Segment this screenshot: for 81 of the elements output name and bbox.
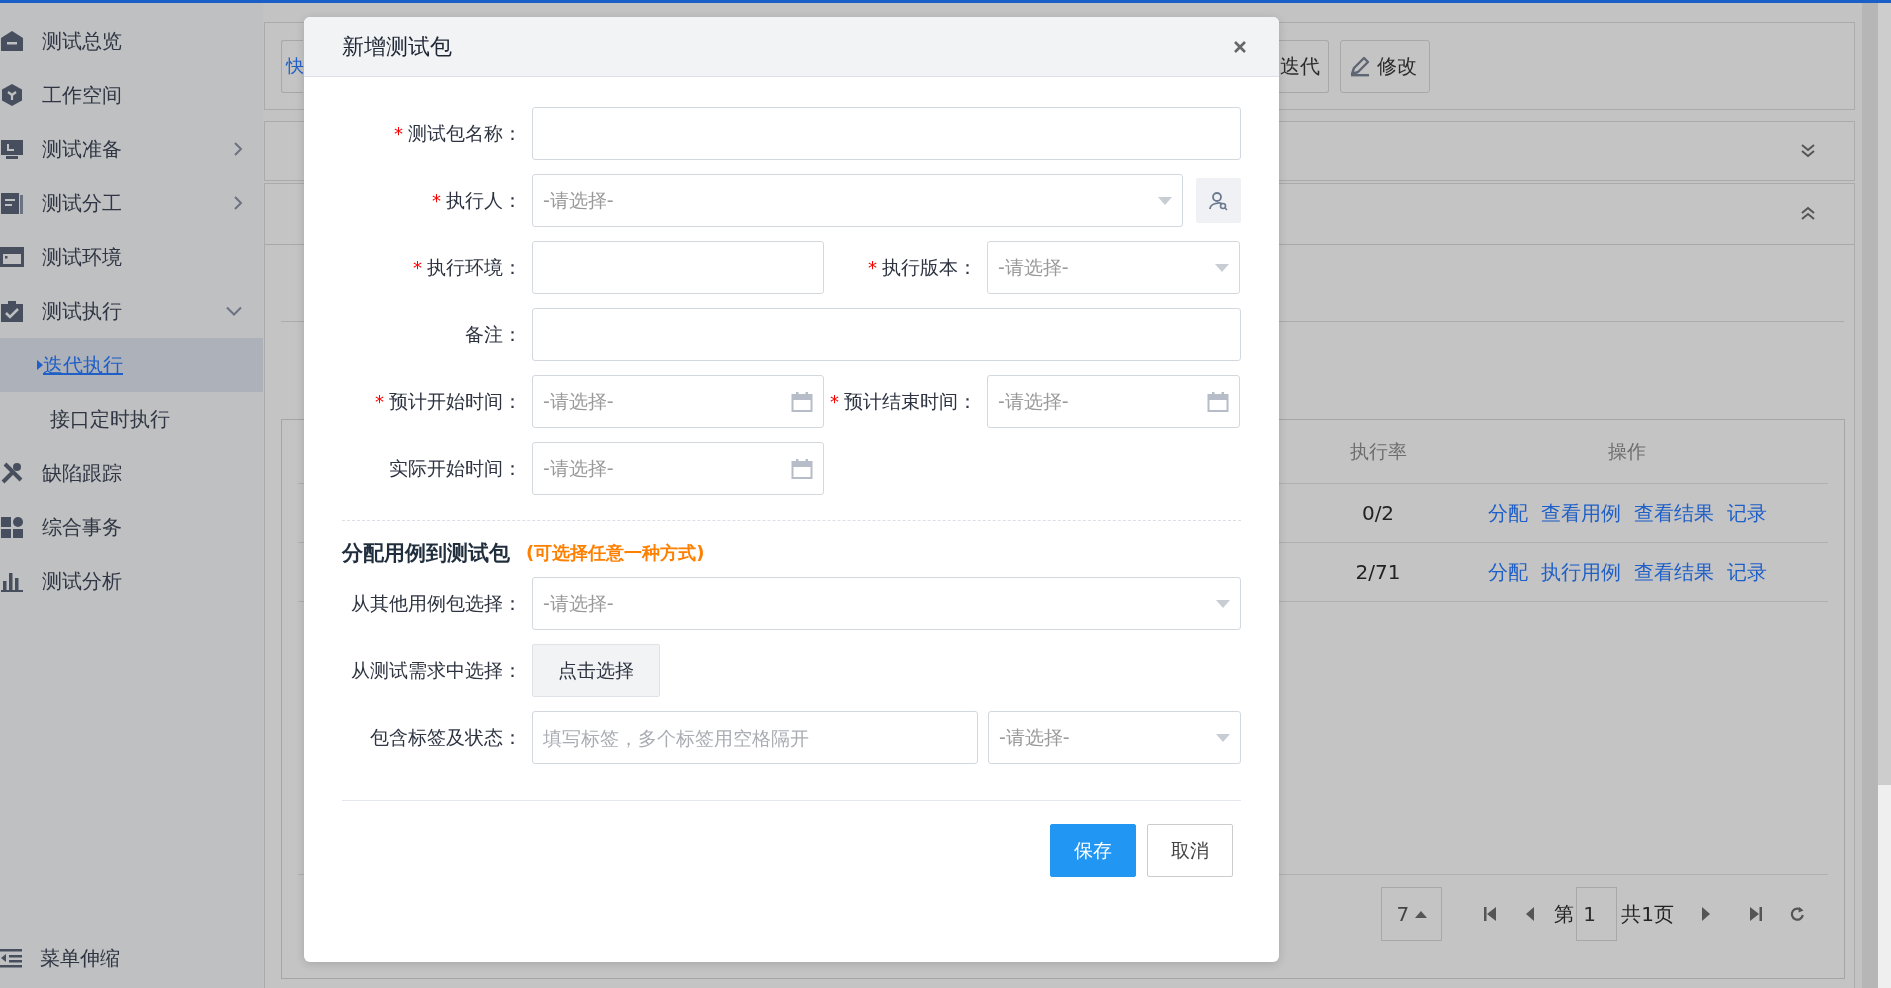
cancel-button[interactable]: 取消 xyxy=(1147,824,1233,877)
action-link[interactable]: 查看结果 xyxy=(1633,558,1714,586)
field-label: 包含标签及状态： xyxy=(370,724,522,750)
sidebar-item[interactable]: 测试准备 xyxy=(0,122,263,176)
user-picker-button[interactable] xyxy=(1196,178,1241,223)
field-label: 实际开始时间： xyxy=(389,455,522,481)
sidebar-item[interactable]: 测试总览 xyxy=(0,14,263,68)
sidebar-toggle[interactable]: 菜单伸缩 xyxy=(0,936,263,980)
page-total: 共1页 xyxy=(1621,900,1674,928)
field-label: * 执行版本： xyxy=(868,254,977,280)
page-size-select[interactable]: 7 xyxy=(1381,887,1443,941)
triangle-icon xyxy=(37,360,43,370)
action-link[interactable]: 执行用例 xyxy=(1540,558,1621,586)
date-field[interactable]: -请选择- xyxy=(987,375,1240,428)
text-field[interactable] xyxy=(532,308,1241,361)
action-link[interactable]: 记录 xyxy=(1726,499,1767,527)
calendar-icon xyxy=(791,391,813,412)
scrollbar-track[interactable] xyxy=(1862,3,1878,988)
field-label: * 预计开始时间： xyxy=(375,388,522,414)
field-label: 从其他用例包选择： xyxy=(351,590,522,616)
field-label: * 执行人： xyxy=(432,187,522,213)
double-chevron-up-icon[interactable] xyxy=(1800,206,1816,222)
text-field[interactable] xyxy=(532,107,1241,160)
field-label: 备注： xyxy=(465,321,522,347)
indent-icon xyxy=(0,948,22,968)
calendar-icon xyxy=(1207,391,1229,412)
select-field[interactable]: -请选择- xyxy=(532,577,1241,630)
sidebar-item[interactable]: 测试执行 xyxy=(0,284,263,338)
sidebar-item[interactable]: 测试分工 xyxy=(0,176,263,230)
date-field[interactable]: -请选择- xyxy=(532,442,824,495)
close-icon[interactable] xyxy=(1233,39,1247,54)
pencil-icon xyxy=(1349,55,1371,77)
first-page-icon[interactable] xyxy=(1483,906,1498,922)
text-field[interactable] xyxy=(532,241,824,294)
text-field[interactable]: 填写标签，多个标签用空格隔开 xyxy=(532,711,978,764)
tools-icon xyxy=(0,461,24,485)
field-label: * 测试包名称： xyxy=(394,120,522,146)
select-field[interactable]: -请选择- xyxy=(987,241,1240,294)
last-page-icon[interactable] xyxy=(1749,906,1763,922)
column-header: 操作 xyxy=(1607,438,1647,464)
caret-down-icon xyxy=(1216,599,1230,608)
double-chevron-down-icon[interactable] xyxy=(1800,143,1816,159)
table-cell-text: 0/2 xyxy=(1360,500,1396,527)
field-label: 从测试需求中选择： xyxy=(351,657,522,683)
sidebar-item[interactable]: 综合事务 xyxy=(0,500,263,554)
field-label: * 执行环境： xyxy=(413,254,522,280)
refresh-icon[interactable] xyxy=(1790,906,1804,922)
sidebar-item[interactable]: 缺陷跟踪 xyxy=(0,446,263,500)
window-icon xyxy=(0,245,24,269)
select-field[interactable]: -请选择- xyxy=(532,174,1183,227)
section-hint: (可选择任意一种方式) xyxy=(526,541,705,565)
save-button[interactable]: 保存 xyxy=(1050,824,1136,877)
action-link[interactable]: 分配 xyxy=(1487,499,1528,527)
caret-down-icon xyxy=(1216,733,1230,742)
calendar-icon xyxy=(791,458,813,479)
field-label: * 预计结束时间： xyxy=(830,388,977,414)
column-header: 执行率 xyxy=(1348,438,1408,464)
sidebar-item[interactable]: 工作空间 xyxy=(0,68,263,122)
action-link[interactable]: 记录 xyxy=(1726,558,1767,586)
page-input[interactable]: 1 xyxy=(1576,887,1618,941)
page-label: 第 xyxy=(1554,900,1575,928)
action-link[interactable]: 查看用例 xyxy=(1540,499,1621,527)
toolbar-button[interactable]: 快 xyxy=(281,39,303,93)
date-field[interactable]: -请选择- xyxy=(532,375,824,428)
action-link[interactable]: 查看结果 xyxy=(1633,499,1714,527)
caret-down-icon xyxy=(1158,196,1172,205)
action-link[interactable]: 分配 xyxy=(1487,558,1528,586)
section-title: 分配用例到测试包 xyxy=(342,540,510,567)
sidebar-item[interactable]: 测试分析 xyxy=(0,554,263,608)
select-button[interactable]: 点击选择 xyxy=(532,644,660,697)
sidebar-subitem[interactable]: 接口定时执行 xyxy=(0,392,263,446)
sidebar-item[interactable]: 测试环境 xyxy=(0,230,263,284)
table-cell-text: 2/71 xyxy=(1354,559,1402,586)
caret-up-icon xyxy=(1415,910,1428,918)
caret-down-icon xyxy=(1215,263,1229,272)
grid-icon xyxy=(0,515,24,539)
user-search-icon xyxy=(1208,190,1229,211)
dialog-title: 新增测试包 xyxy=(342,32,452,61)
sidebar-subitem[interactable]: 迭代执行 xyxy=(0,338,263,392)
select-field[interactable]: -请选择- xyxy=(988,711,1241,764)
toolbar-button[interactable]: 修改 xyxy=(1340,39,1430,93)
